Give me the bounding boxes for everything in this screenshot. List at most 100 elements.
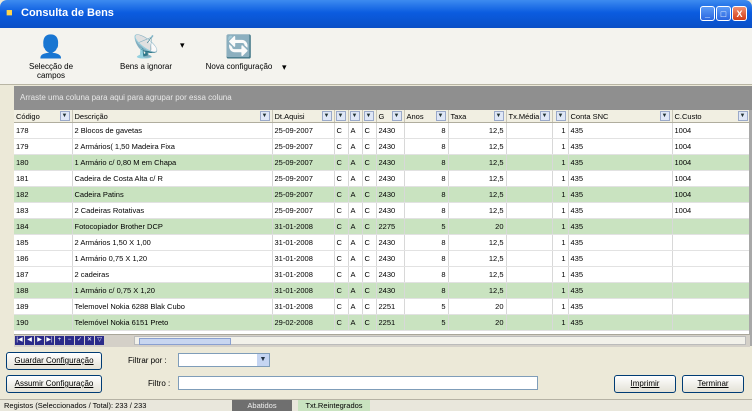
- horizontal-scrollbar[interactable]: [134, 336, 746, 345]
- column-header[interactable]: Anos ▼: [404, 110, 449, 123]
- table-row[interactable]: 178 2 Blocos de gavetas 25-09-2007 C A C 2430 8…: [14, 122, 750, 139]
- column-filter-icon[interactable]: ▼: [737, 111, 748, 121]
- table-row[interactable]: 183 2 Cadeiras Rotativas 25-09-2007 C A C 2430…: [14, 202, 750, 219]
- column-header[interactable]: Conta SNC ▼: [568, 110, 673, 123]
- select-fields-button[interactable]: 👤 Selecção de campos: [16, 32, 86, 80]
- table-cell: 179: [14, 138, 73, 155]
- table-cell: 435: [568, 298, 673, 315]
- filter-input[interactable]: [178, 376, 538, 390]
- new-config-button[interactable]: 🔄 Nova configuração ▾: [200, 32, 287, 72]
- table-row[interactable]: 190 Telemóvel Nokia 6151 Preto 29-02-2008 C…: [14, 314, 750, 331]
- ignore-assets-button[interactable]: 📡 Bens a ignorar ▾: [118, 32, 185, 71]
- scrollbar-thumb[interactable]: [139, 338, 231, 345]
- table-cell: 12,5: [448, 186, 507, 203]
- chevron-down-icon[interactable]: ▾: [282, 62, 287, 73]
- column-header[interactable]: Código ▼: [14, 110, 73, 123]
- table-cell: 5: [404, 218, 449, 235]
- tab-txt-reintegrados[interactable]: Txt.Reintegrados: [298, 400, 370, 411]
- table-cell: 184: [14, 218, 73, 235]
- tab-abatidos[interactable]: Abatidos: [232, 400, 292, 411]
- navigator-button[interactable]: ◀: [25, 336, 34, 345]
- column-filter-icon[interactable]: ▼: [59, 111, 70, 121]
- table-cell: C: [334, 314, 349, 331]
- table-cell: C: [334, 170, 349, 187]
- table-cell: 2430: [376, 266, 405, 283]
- table-row[interactable]: 188 1 Armário c/ 0,75 X 1,20 31-01-2008 C A C…: [14, 282, 750, 299]
- table-cell: 12,5: [448, 202, 507, 219]
- column-header[interactable]: ▼: [334, 110, 349, 123]
- column-filter-icon[interactable]: ▼: [493, 111, 504, 121]
- filter-by-select[interactable]: ▼: [178, 353, 270, 367]
- table-cell: 1: [552, 186, 569, 203]
- table-row[interactable]: 180 1 Armário c/ 0,80 M em Chapa 25-09-200…: [14, 154, 750, 171]
- column-filter-icon[interactable]: ▼: [321, 111, 332, 121]
- column-header-label: Taxa: [450, 111, 467, 121]
- column-filter-icon[interactable]: ▼: [335, 111, 346, 121]
- table-cell: 1 Armário c/ 0,75 X 1,20: [72, 282, 273, 299]
- table-cell: 2430: [376, 250, 405, 267]
- column-header[interactable]: Descrição ▼: [72, 110, 273, 123]
- finish-button[interactable]: Terminar: [682, 375, 744, 393]
- close-button[interactable]: X: [732, 6, 747, 21]
- navigator-button[interactable]: ✓: [75, 336, 84, 345]
- table-row[interactable]: 179 2 Armários( 1,50 Madeira Fixa 25-09-20…: [14, 138, 750, 155]
- table-cell: 435: [568, 314, 673, 331]
- satellite-dish-icon: 📡: [132, 34, 160, 59]
- column-filter-icon[interactable]: ▼: [259, 111, 270, 121]
- chevron-down-icon[interactable]: ▾: [180, 40, 185, 51]
- table-row[interactable]: 182 Cadeira Patins 25-09-2007 C A C 2430 8 12,5 1…: [14, 186, 750, 203]
- maximize-button[interactable]: □: [716, 6, 731, 21]
- table-row[interactable]: 189 Telemovel Nokia 6288 Blak Cubo 31-01-2…: [14, 298, 750, 315]
- table-row[interactable]: 181 Cadeira de Costa Alta c/ R 25-09-2007 C…: [14, 170, 750, 187]
- minimize-button[interactable]: _: [700, 6, 715, 21]
- print-button[interactable]: Imprimir: [614, 375, 676, 393]
- group-by-area[interactable]: Arraste uma coluna para aqui para agrupa…: [14, 86, 752, 110]
- column-header-label: Tx.Média: [508, 111, 540, 121]
- navigator-button[interactable]: ✕: [85, 336, 94, 345]
- column-filter-icon[interactable]: ▼: [539, 111, 550, 121]
- app-icon: ■: [6, 7, 13, 19]
- column-filter-icon[interactable]: ▼: [349, 111, 360, 121]
- table-row[interactable]: 186 1 Armário 0,75 X 1,20 31-01-2008 C A C 243…: [14, 250, 750, 267]
- column-filter-icon[interactable]: ▼: [435, 111, 446, 121]
- table-cell: 1 Armário 0,75 X 1,20: [72, 250, 273, 267]
- column-filter-icon[interactable]: ▼: [391, 111, 402, 121]
- column-header[interactable]: Tx.Média ▼: [506, 110, 553, 123]
- table-row[interactable]: 187 2 cadeiras 31-01-2008 C A C 2430 8 12,5 1 435: [14, 266, 750, 283]
- table-row[interactable]: 184 Fotocopiador Brother DCP 31-01-2008 C A C…: [14, 218, 750, 235]
- column-header[interactable]: ▼: [348, 110, 363, 123]
- chevron-down-icon[interactable]: ▼: [257, 354, 269, 366]
- table-cell: 31-01-2008: [272, 298, 335, 315]
- navigator-button[interactable]: ▶|: [45, 336, 54, 345]
- table-cell: 1: [552, 154, 569, 171]
- table-cell: 181: [14, 170, 73, 187]
- table-cell: 435: [568, 266, 673, 283]
- column-header[interactable]: Dt.Aquisi ▼: [272, 110, 335, 123]
- table-cell: A: [348, 122, 363, 139]
- table-row[interactable]: 185 2 Armários 1,50 X 1,00 31-01-2008 C A C 24…: [14, 234, 750, 251]
- column-header[interactable]: G ▼: [376, 110, 405, 123]
- column-filter-icon[interactable]: ▼: [363, 111, 374, 121]
- column-header[interactable]: ▼: [552, 110, 569, 123]
- navigator-button[interactable]: |◀: [15, 336, 24, 345]
- assume-config-button[interactable]: Assumir Configuração: [6, 375, 102, 393]
- column-filter-icon[interactable]: ▼: [659, 111, 670, 121]
- column-header[interactable]: C.Custo ▼: [672, 110, 750, 123]
- column-header[interactable]: ▼: [362, 110, 377, 123]
- table-cell: 8: [404, 138, 449, 155]
- table-cell: [506, 314, 553, 331]
- table-cell: 31-01-2008: [272, 266, 335, 283]
- navigator-button[interactable]: +: [55, 336, 64, 345]
- navigator-button[interactable]: −: [65, 336, 74, 345]
- navigator-button[interactable]: ▶: [35, 336, 44, 345]
- title-bar[interactable]: ■ Consulta de Bens _ □ X: [0, 0, 752, 28]
- table-cell: 12,5: [448, 234, 507, 251]
- navigator-button[interactable]: ▽: [95, 336, 104, 345]
- column-filter-icon[interactable]: ▼: [555, 111, 566, 121]
- column-header[interactable]: Taxa ▼: [448, 110, 507, 123]
- table-cell: 25-09-2007: [272, 122, 335, 139]
- table-cell: 2430: [376, 154, 405, 171]
- table-cell: 12,5: [448, 170, 507, 187]
- table-cell: A: [348, 218, 363, 235]
- save-config-button[interactable]: Guardar Configuração: [6, 352, 102, 370]
